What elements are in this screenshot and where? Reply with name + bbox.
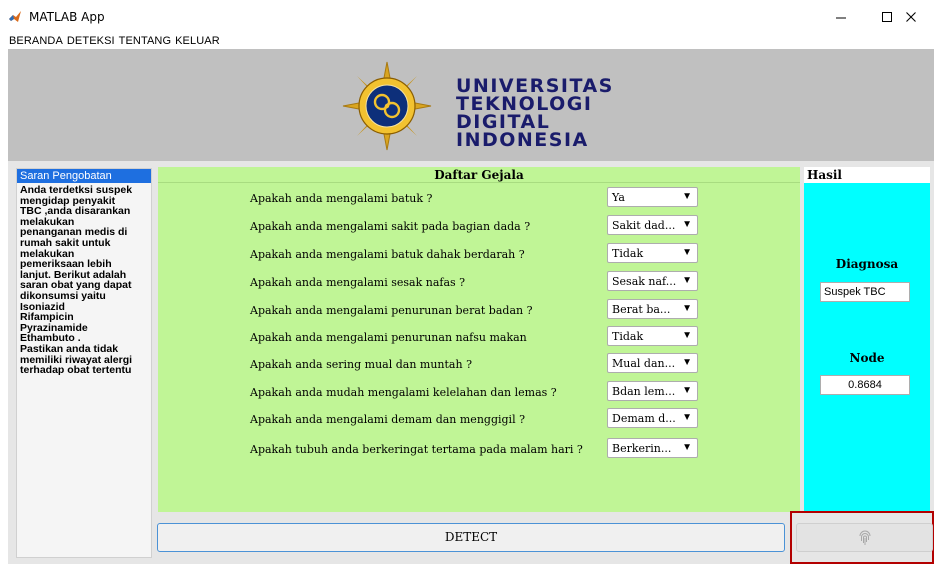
menu-beranda[interactable]: BERANDA	[9, 35, 63, 47]
question-label: Apakah anda mengalami sakit pada bagian …	[250, 220, 531, 233]
close-button[interactable]	[888, 3, 934, 31]
dropdown-arrow-icon: ▼	[682, 385, 692, 396]
dropdown-arrow-icon: ▼	[682, 330, 692, 341]
menu-bar: BERANDA DETEKSI TENTANG KELUAR	[0, 32, 934, 49]
menu-deteksi[interactable]: DETEKSI	[67, 35, 115, 47]
dropdown-value: Berat ba...	[612, 303, 671, 316]
answer-dropdown[interactable]: Demam d... ▼	[607, 408, 698, 428]
symptom-panel-title: Daftar Gejala	[158, 167, 800, 183]
result-panel-title: Hasil	[804, 167, 930, 183]
answer-dropdown[interactable]: Tidak ▼	[607, 243, 698, 263]
fingerprint-icon	[859, 530, 870, 545]
logo-line-4: INDONESIA	[456, 129, 589, 151]
header-banner: UNIVERSITAS TEKNOLOGI DIGITAL INDONESIA	[8, 49, 934, 161]
question-label: Apakah anda mengalami sesak nafas ?	[250, 276, 466, 289]
treatment-panel-title: Saran Pengobatan	[17, 169, 151, 183]
diagnosa-label: Diagnosa	[835, 257, 899, 271]
answer-dropdown[interactable]: Berat ba... ▼	[607, 299, 698, 319]
menu-tentang[interactable]: TENTANG	[119, 35, 171, 47]
dropdown-arrow-icon: ▼	[682, 303, 692, 314]
node-field[interactable]: 0.8684	[820, 375, 910, 395]
diagnosa-field[interactable]: Suspek TBC	[820, 282, 910, 302]
university-logo-text: UNIVERSITAS TEKNOLOGI DIGITAL INDONESIA	[456, 77, 626, 151]
dropdown-arrow-icon: ▼	[682, 191, 692, 202]
question-label: Apakah anda mengalami batuk dahak berdar…	[250, 248, 525, 261]
detect-button[interactable]: DETECT	[157, 523, 785, 552]
dropdown-arrow-icon: ▼	[682, 412, 692, 423]
answer-dropdown[interactable]: Bdan lem... ▼	[607, 381, 698, 401]
treatment-panel: Saran Pengobatan Anda terdetksi suspek m…	[16, 168, 152, 558]
matlab-icon	[8, 10, 22, 23]
dropdown-arrow-icon: ▼	[682, 357, 692, 368]
question-label: Apakah anda sering mual dan muntah ?	[250, 358, 472, 371]
answer-dropdown[interactable]: Sesak naf... ▼	[607, 271, 698, 291]
treatment-text: Anda terdetksi suspek mengidap penyakit …	[20, 184, 133, 377]
question-label: Apakah anda mudah mengalami kelelahan da…	[250, 386, 557, 399]
question-label: Apakah anda mengalami penurunan nafsu ma…	[250, 331, 527, 344]
dropdown-arrow-icon: ▼	[682, 275, 692, 286]
fingerprint-button[interactable]	[796, 523, 933, 552]
university-emblem-icon	[342, 61, 432, 151]
dropdown-arrow-icon: ▼	[682, 442, 692, 453]
minimize-icon	[836, 17, 846, 19]
answer-dropdown[interactable]: Ya ▼	[607, 187, 698, 207]
dropdown-value: Demam d...	[612, 412, 676, 425]
dropdown-value: Mual dan...	[612, 357, 676, 370]
answer-dropdown[interactable]: Sakit dad... ▼	[607, 215, 698, 235]
dropdown-value: Tidak	[612, 330, 644, 343]
close-icon	[906, 12, 916, 22]
window-title-bar: MATLAB App	[0, 0, 934, 32]
question-label: Apakah anda mengalami penurunan berat ba…	[250, 304, 533, 317]
answer-dropdown[interactable]: Berkerin... ▼	[607, 438, 698, 458]
node-label: Node	[849, 351, 885, 365]
question-label: Apakah tubuh anda berkeringat tertama pa…	[250, 443, 583, 456]
dropdown-value: Bdan lem...	[612, 385, 676, 398]
dropdown-value: Ya	[612, 191, 625, 204]
symptom-panel: Daftar Gejala Apakah anda mengalami batu…	[158, 167, 800, 512]
dropdown-arrow-icon: ▼	[682, 247, 692, 258]
minimize-button[interactable]	[818, 3, 864, 31]
dropdown-value: Sesak naf...	[612, 275, 677, 288]
app-canvas: UNIVERSITAS TEKNOLOGI DIGITAL INDONESIA …	[8, 49, 934, 564]
dropdown-arrow-icon: ▼	[682, 219, 692, 230]
answer-dropdown[interactable]: Tidak ▼	[607, 326, 698, 346]
dropdown-value: Tidak	[612, 247, 644, 260]
dropdown-value: Berkerin...	[612, 442, 672, 455]
menu-keluar[interactable]: KELUAR	[175, 35, 220, 47]
question-label: Apakah anda mengalami batuk ?	[250, 192, 433, 205]
window-title: MATLAB App	[29, 10, 105, 24]
answer-dropdown[interactable]: Mual dan... ▼	[607, 353, 698, 373]
result-panel: Hasil Diagnosa Suspek TBC Node 0.8684	[804, 167, 930, 512]
dropdown-value: Sakit dad...	[612, 219, 676, 232]
question-label: Apakah anda mengalami demam dan menggigi…	[250, 413, 525, 426]
